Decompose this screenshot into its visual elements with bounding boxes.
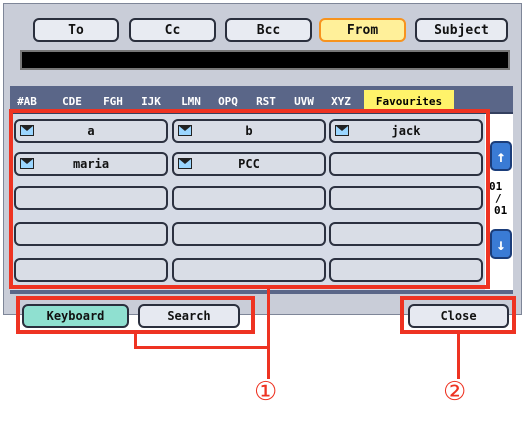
bottom-left-highlight bbox=[16, 296, 255, 334]
callout-line bbox=[134, 346, 270, 349]
arrow-up-icon: ↑ bbox=[496, 146, 506, 166]
callout-2: ② bbox=[443, 377, 467, 407]
address-display bbox=[20, 50, 510, 70]
bcc-button[interactable]: Bcc bbox=[225, 18, 312, 42]
grid-highlight bbox=[9, 109, 490, 289]
close-highlight bbox=[400, 296, 516, 334]
scroll-up-button[interactable]: ↑ bbox=[490, 141, 512, 171]
arrow-down-icon: ↓ bbox=[496, 234, 506, 254]
page-total: 01 bbox=[494, 204, 508, 217]
subject-button[interactable]: Subject bbox=[415, 18, 508, 42]
scroll-down-button[interactable]: ↓ bbox=[490, 229, 512, 259]
callout-line bbox=[267, 289, 270, 379]
divider bbox=[10, 290, 513, 294]
cc-button[interactable]: Cc bbox=[129, 18, 216, 42]
from-button[interactable]: From bbox=[319, 18, 406, 42]
callout-1: ① bbox=[254, 377, 278, 407]
to-button[interactable]: To bbox=[33, 18, 119, 42]
callout-line bbox=[457, 334, 460, 379]
